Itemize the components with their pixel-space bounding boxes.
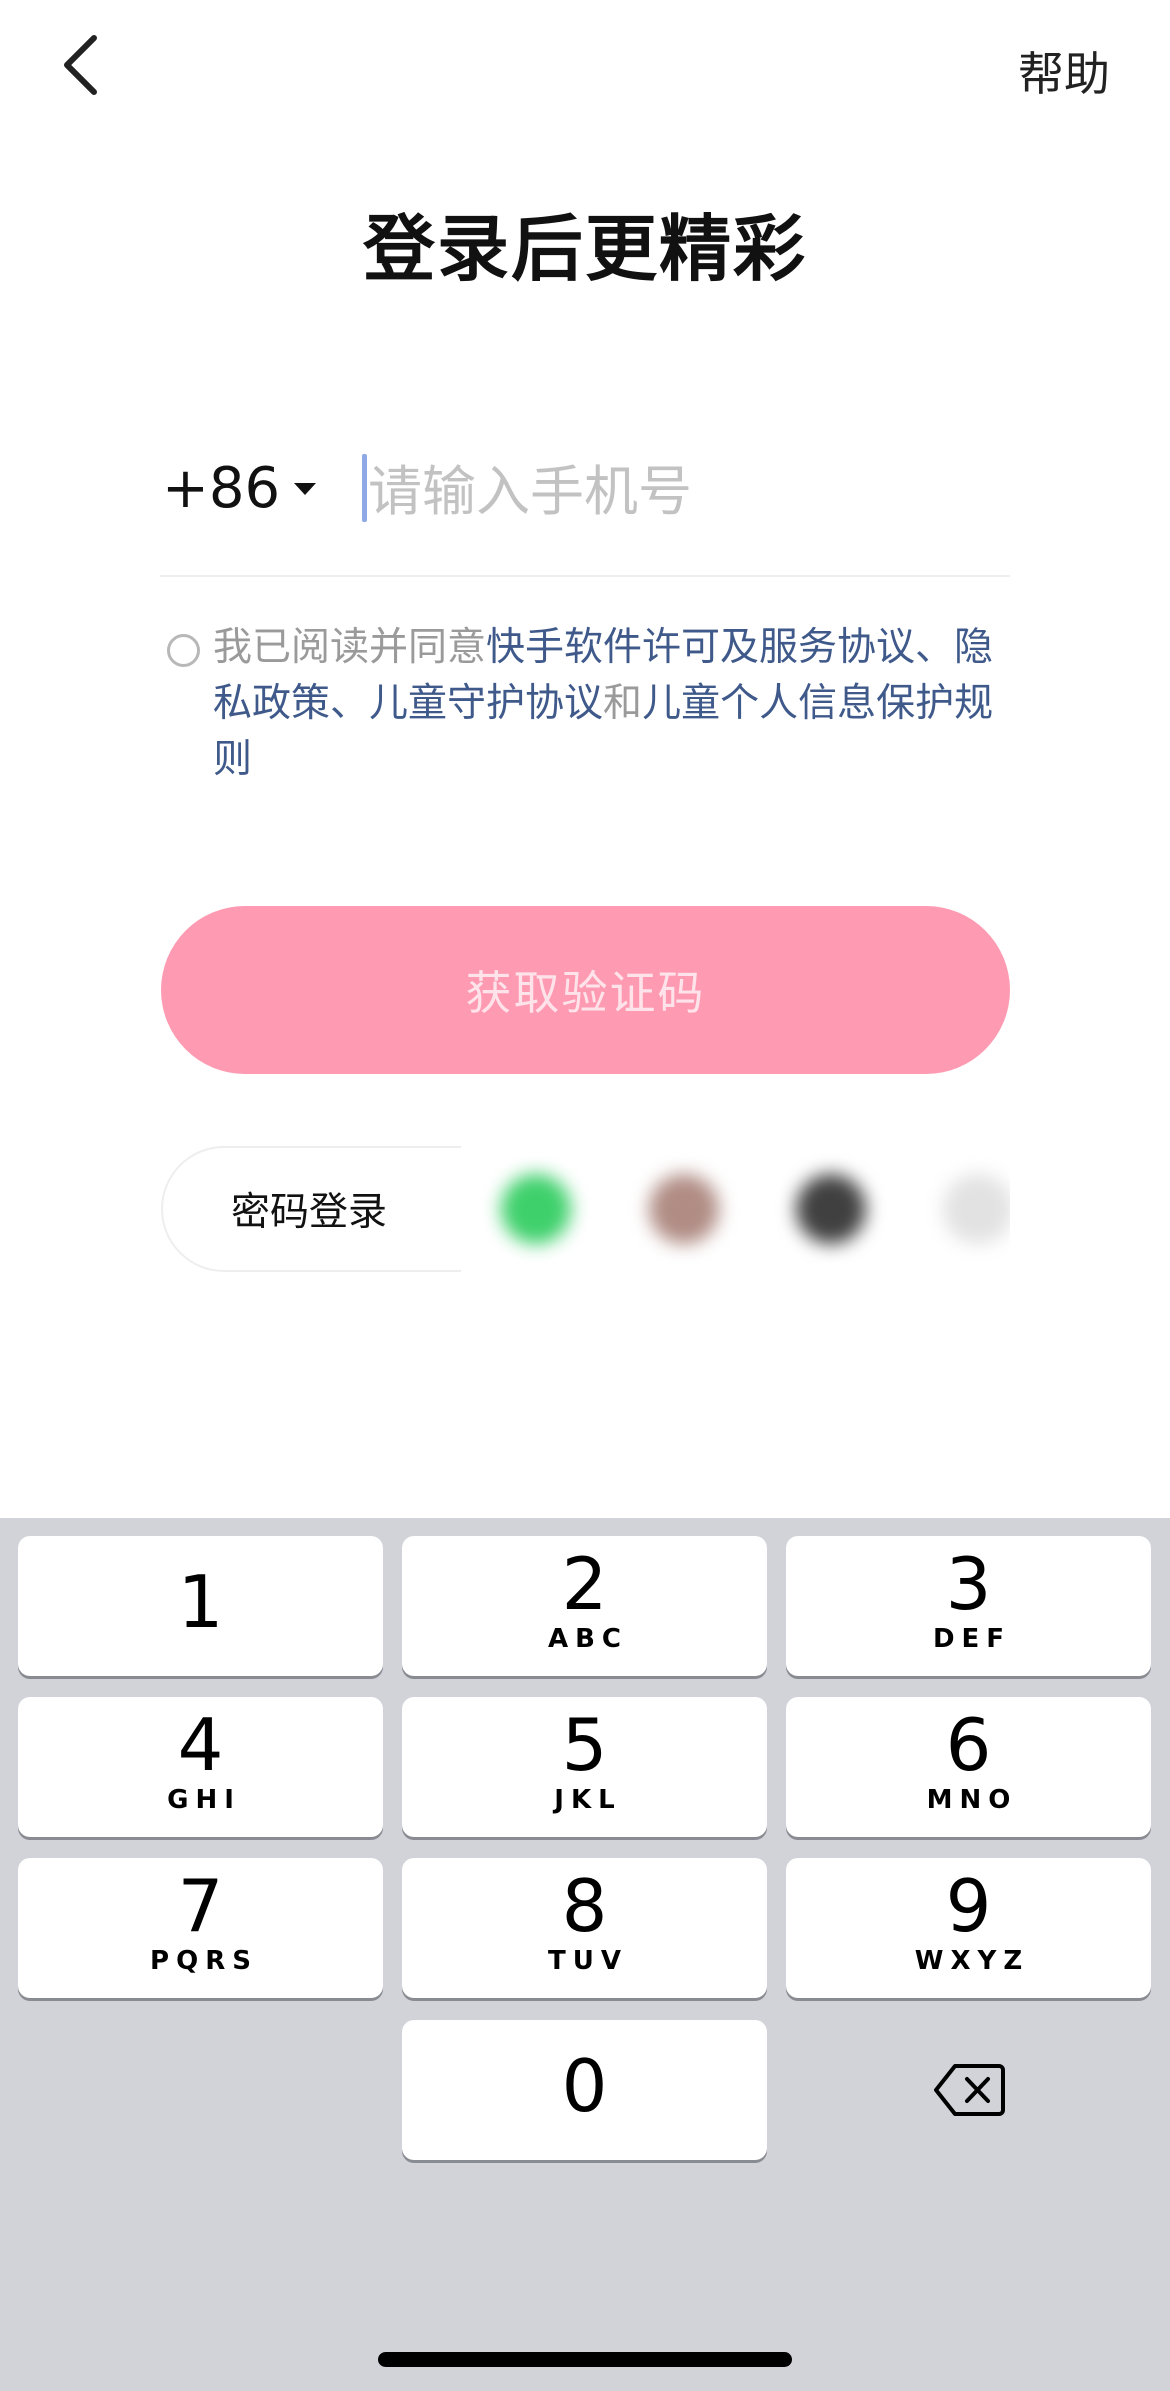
- key-digit: 5: [561, 1703, 608, 1787]
- delete-key[interactable]: [786, 2020, 1151, 2160]
- text-cursor: [362, 454, 367, 522]
- key-digit: 9: [945, 1864, 992, 1948]
- key-0[interactable]: 0: [402, 2020, 767, 2160]
- caret-down-icon: [294, 482, 317, 495]
- top-bar: 帮助: [0, 0, 1170, 140]
- wechat-icon[interactable]: [501, 1174, 571, 1244]
- agreement-separator: 、: [330, 681, 370, 726]
- key-letters: PQRS: [150, 1946, 258, 1976]
- agreement-conjunction: 和: [603, 681, 643, 726]
- alt-login-row: 密码登录: [161, 1146, 1010, 1272]
- child-protection-link[interactable]: 儿童守护协议: [369, 681, 603, 726]
- agreement-prefix: 我已阅读并同意: [213, 625, 487, 670]
- key-6[interactable]: 6 MNO: [786, 1697, 1151, 1837]
- agreement-checkbox[interactable]: [167, 634, 200, 667]
- get-code-button[interactable]: 获取验证码: [161, 906, 1010, 1074]
- key-digit: 6: [945, 1703, 992, 1787]
- key-4[interactable]: 4 GHI: [18, 1697, 383, 1837]
- key-letters: DEF: [932, 1624, 1012, 1654]
- phone-row: +86: [160, 440, 1010, 577]
- key-2[interactable]: 2 ABC: [402, 1536, 767, 1676]
- agreement: 我已阅读并同意快手软件许可及服务协议、隐私政策、儿童守护协议和儿童个人信息保护规…: [165, 620, 1025, 788]
- weibo-icon[interactable]: [796, 1174, 866, 1244]
- key-1[interactable]: 1: [18, 1536, 383, 1676]
- home-indicator: [378, 2352, 792, 2367]
- numeric-keyboard: 1 2 ABC 3 DEF 4 GHI 5 JKL 6 MNO 7 PQRS 8…: [0, 1518, 1170, 2391]
- phone-input[interactable]: [360, 450, 1000, 532]
- key-5[interactable]: 5 JKL: [402, 1697, 767, 1837]
- key-9[interactable]: 9 WXYZ: [786, 1858, 1151, 1998]
- key-letters: GHI: [167, 1785, 241, 1815]
- back-button[interactable]: [50, 30, 110, 100]
- key-digit: 4: [177, 1703, 224, 1787]
- key-digit: 1: [177, 1560, 224, 1644]
- country-code-text: +86: [162, 456, 281, 521]
- chevron-left-icon: [64, 35, 97, 95]
- software-license-link[interactable]: 快手软件许可及服务协议: [486, 625, 915, 670]
- page-title: 登录后更精彩: [362, 207, 807, 291]
- more-login-icon[interactable]: [943, 1174, 1010, 1244]
- password-login-button[interactable]: 密码登录: [161, 1146, 461, 1272]
- key-3[interactable]: 3 DEF: [786, 1536, 1151, 1676]
- key-digit: 7: [177, 1864, 224, 1948]
- backspace-icon: [933, 2064, 1005, 2116]
- agreement-text: 我已阅读并同意快手软件许可及服务协议、隐私政策、儿童守护协议和儿童个人信息保护规…: [213, 620, 1025, 788]
- password-login-label: 密码登录: [231, 1190, 388, 1235]
- agreement-separator: 、: [915, 625, 955, 670]
- key-digit: 8: [561, 1864, 608, 1948]
- country-code-selector[interactable]: +86: [162, 456, 317, 521]
- key-letters: WXYZ: [914, 1946, 1030, 1976]
- key-7[interactable]: 7 PQRS: [18, 1858, 383, 1998]
- qq-icon[interactable]: [649, 1174, 719, 1244]
- key-8[interactable]: 8 TUV: [402, 1858, 767, 1998]
- key-digit: 2: [561, 1542, 608, 1626]
- key-letters: TUV: [548, 1946, 628, 1976]
- key-digit: 3: [945, 1542, 992, 1626]
- key-letters: ABC: [547, 1624, 629, 1654]
- key-letters: MNO: [926, 1785, 1018, 1815]
- key-digit: 0: [561, 2044, 608, 2128]
- help-link[interactable]: 帮助: [1018, 38, 1110, 104]
- key-letters: JKL: [554, 1785, 622, 1815]
